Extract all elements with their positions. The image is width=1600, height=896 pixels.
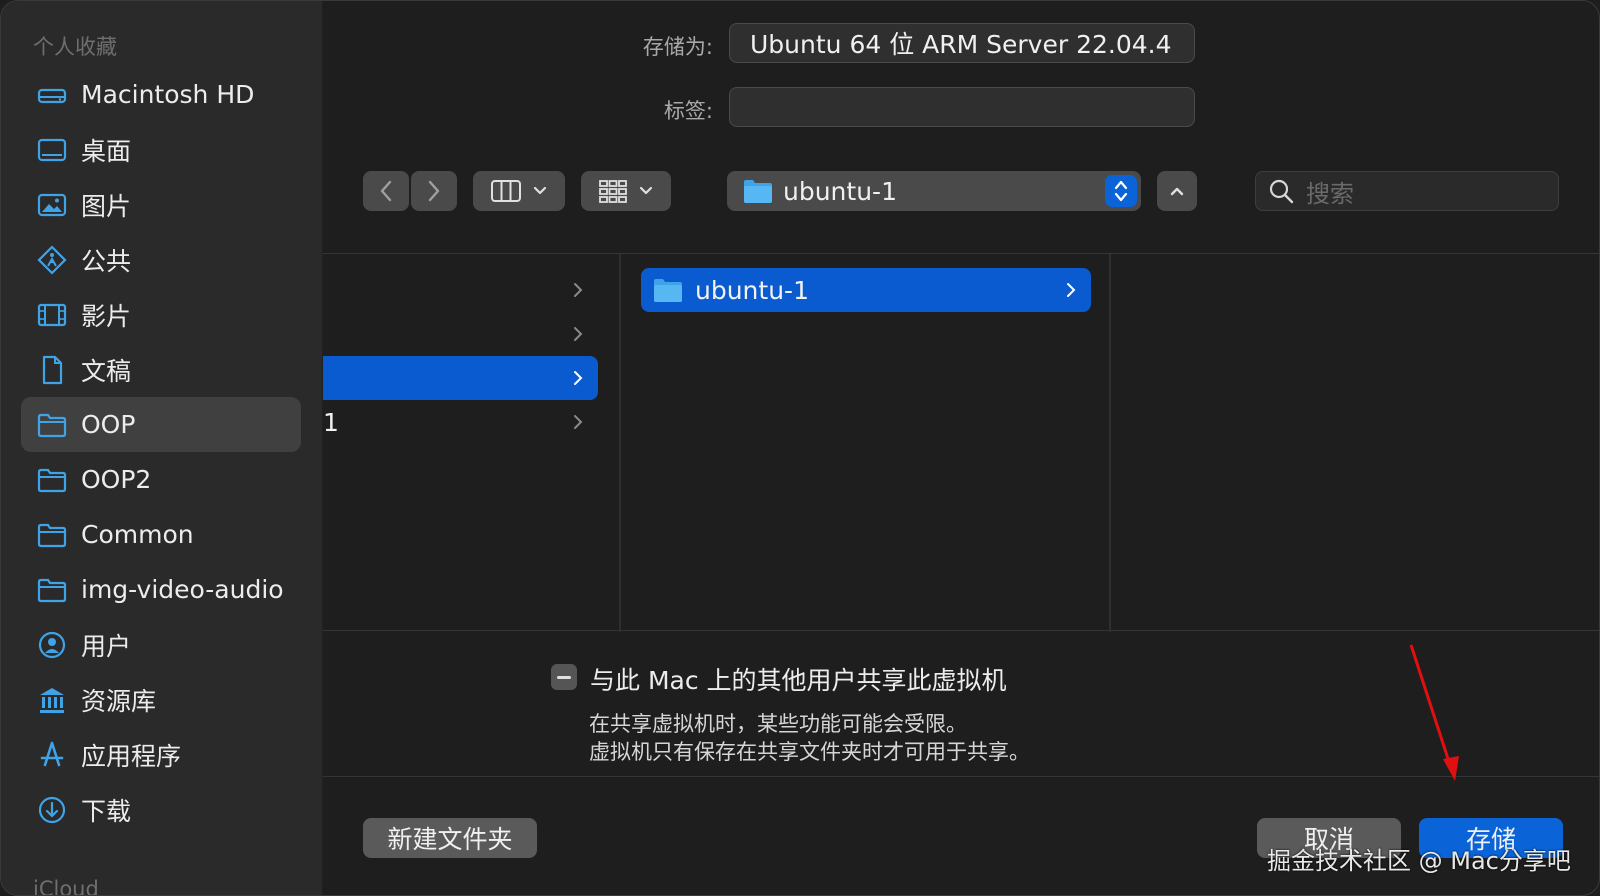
list-item-label: 1: [323, 407, 339, 437]
sidebar-item-label: OOP2: [81, 465, 152, 494]
save-dialog: 个人收藏 Macintosh HD 桌面 图片 公共 影片 文稿 OOP OOP…: [0, 0, 1600, 896]
annotation-arrow-icon: [1409, 644, 1459, 781]
desktop-icon: [35, 133, 69, 167]
location-popup[interactable]: ubuntu-1: [727, 171, 1141, 211]
back-button[interactable]: [363, 171, 409, 211]
new-folder-button[interactable]: 新建文件夹: [363, 818, 537, 858]
column-divider: [1109, 254, 1111, 632]
download-icon: [35, 793, 69, 827]
column-divider: [619, 254, 621, 632]
sidebar-item-label: img-video-audio: [81, 575, 284, 604]
chevron-down-icon: [533, 186, 547, 195]
photo-icon: [35, 188, 69, 222]
list-item-label: ubuntu-1: [695, 275, 809, 305]
list-item[interactable]: [323, 268, 598, 312]
sidebar-item-public[interactable]: 公共: [21, 232, 301, 287]
sidebar-item-common[interactable]: Common: [21, 507, 301, 562]
location-folder-name: ubuntu-1: [783, 176, 897, 206]
save-as-field[interactable]: Ubuntu 64 位 ARM Server 22.04.4: [729, 23, 1195, 63]
sidebar-item-label: 资源库: [81, 686, 157, 716]
column-browser: 1 ubuntu-1: [323, 253, 1599, 632]
folder-icon: [35, 408, 69, 442]
share-checkbox-label: 与此 Mac 上的其他用户共享此虚拟机: [590, 666, 1007, 695]
sidebar-item-label: 用户: [81, 631, 132, 661]
chevron-right-icon: [428, 180, 440, 202]
sidebar-section-icloud: iCloud: [33, 877, 99, 896]
grid-icon: [599, 180, 627, 203]
applications-icon: [35, 738, 69, 772]
sidebar-item-downloads[interactable]: 下载: [21, 782, 301, 837]
collapse-button[interactable]: [1157, 171, 1197, 211]
search-placeholder: 搜索: [1306, 179, 1354, 208]
film-icon: [35, 298, 69, 332]
sidebar-section-favorites: 个人收藏: [33, 35, 117, 59]
sidebar-item-label: 应用程序: [81, 741, 182, 771]
sidebar-item-users[interactable]: 用户: [21, 617, 301, 672]
share-checkbox[interactable]: [551, 664, 577, 690]
list-item-selected[interactable]: [323, 356, 598, 400]
chevron-up-icon: [1170, 187, 1184, 196]
sidebar-item-label: Common: [81, 520, 194, 549]
folder-icon: [35, 573, 69, 607]
sidebar-item-applications[interactable]: 应用程序: [21, 727, 301, 782]
forward-button[interactable]: [411, 171, 457, 211]
tags-label: 标签:: [663, 99, 713, 123]
sidebar-item-pictures[interactable]: 图片: [21, 177, 301, 232]
sidebar-item-label: 文稿: [81, 356, 132, 386]
sidebar-item-movies[interactable]: 影片: [21, 287, 301, 342]
sidebar-item-label: 影片: [81, 301, 132, 331]
public-icon: [35, 243, 69, 277]
sidebar-item-oop2[interactable]: OOP2: [21, 452, 301, 507]
sidebar-item-macintosh-hd[interactable]: Macintosh HD: [21, 67, 301, 122]
chevron-right-icon: [1067, 283, 1076, 297]
folder-icon: [35, 463, 69, 497]
list-item[interactable]: 1: [323, 400, 598, 444]
sidebar-item-documents[interactable]: 文稿: [21, 342, 301, 397]
chevron-right-icon: [574, 415, 583, 429]
search-input[interactable]: 搜索: [1255, 171, 1559, 211]
chevron-left-icon: [380, 180, 392, 202]
search-icon: [1269, 179, 1294, 204]
library-icon: [35, 683, 69, 717]
chevron-right-icon: [574, 283, 583, 297]
folder-icon: [654, 279, 682, 302]
user-icon: [35, 628, 69, 662]
list-item-ubuntu-1[interactable]: ubuntu-1: [641, 268, 1091, 312]
sidebar-item-img-video-audio[interactable]: img-video-audio: [21, 562, 301, 617]
watermark: 掘金技术社区 @ Mac分享吧: [1267, 847, 1571, 875]
list-item[interactable]: [323, 312, 598, 356]
sidebar-item-oop[interactable]: OOP: [21, 397, 301, 452]
drive-icon: [35, 78, 69, 112]
document-icon: [35, 353, 69, 387]
minus-icon: [557, 675, 571, 679]
save-as-label: 存储为:: [642, 35, 713, 59]
sidebar-item-label: OOP: [81, 410, 136, 439]
columns-view-icon: [491, 180, 521, 202]
group-by-button[interactable]: [581, 171, 671, 211]
folder-icon: [744, 180, 772, 203]
folder-icon: [35, 518, 69, 552]
sidebar-item-label: 下载: [81, 796, 132, 826]
tags-field[interactable]: [729, 87, 1195, 127]
sidebar-item-library[interactable]: 资源库: [21, 672, 301, 727]
up-down-stepper-icon: [1105, 175, 1137, 207]
share-note-line1: 在共享虚拟机时，某些功能可能会受限。: [589, 712, 967, 736]
save-as-value: Ubuntu 64 位 ARM Server 22.04.4: [750, 30, 1172, 59]
sidebar-item-label: 桌面: [81, 136, 132, 166]
chevron-right-icon: [574, 327, 583, 341]
sidebar-item-desktop[interactable]: 桌面: [21, 122, 301, 177]
share-note-line2: 虚拟机只有保存在共享文件夹时才可用于共享。: [589, 740, 1030, 764]
sidebar-item-label: 公共: [81, 246, 132, 276]
chevron-down-icon: [639, 186, 653, 195]
sidebar: 个人收藏 Macintosh HD 桌面 图片 公共 影片 文稿 OOP OOP…: [1, 1, 323, 896]
view-columns-button[interactable]: [473, 171, 565, 211]
sidebar-item-label: Macintosh HD: [81, 80, 255, 109]
chevron-right-icon: [574, 371, 583, 385]
sidebar-item-label: 图片: [81, 191, 132, 221]
